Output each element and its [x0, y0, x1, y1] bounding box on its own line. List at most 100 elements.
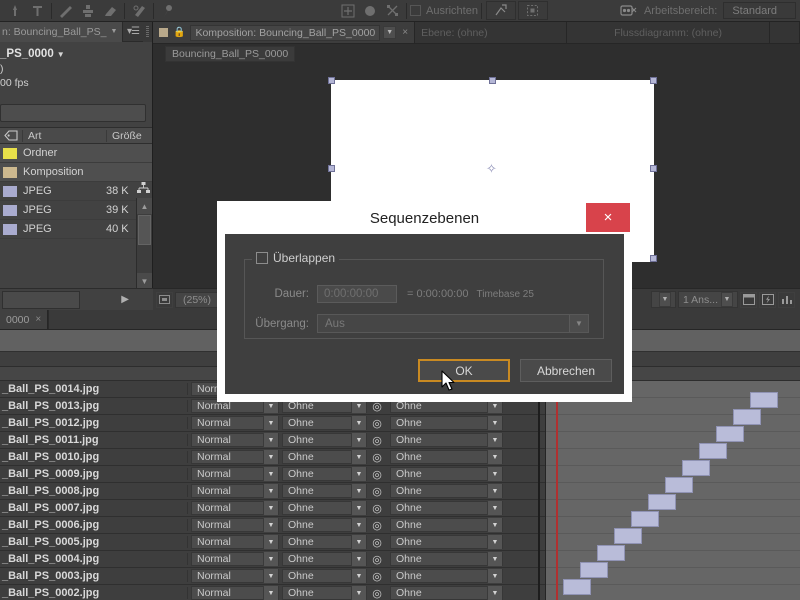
- blend-mode-select[interactable]: Normal ▼: [191, 535, 279, 549]
- view-count-select[interactable]: 1 Ans... ▼: [677, 291, 738, 308]
- ellipse-mask-icon[interactable]: [359, 1, 381, 21]
- parent-pickwhip-icon[interactable]: ◎: [367, 417, 387, 430]
- chevron-down-icon[interactable]: ▼: [487, 501, 502, 515]
- grid-icon-box[interactable]: [517, 1, 548, 21]
- selection-handle[interactable]: [650, 77, 657, 84]
- tab-composition[interactable]: 🔒 Komposition: Bouncing_Ball_PS_0000 ▼ ×: [153, 22, 416, 43]
- chevron-down-icon[interactable]: ▼: [263, 552, 278, 566]
- layer-bar[interactable]: [699, 443, 727, 459]
- chevron-down-icon[interactable]: ▼: [487, 569, 502, 583]
- column-header-art[interactable]: Art: [22, 129, 106, 142]
- paintbrush-icon[interactable]: [55, 1, 77, 21]
- chevron-down-icon[interactable]: ▼: [487, 416, 502, 430]
- chevron-down-icon[interactable]: ▼: [569, 315, 588, 332]
- layer-name[interactable]: _Ball_PS_0006.jpg: [0, 519, 188, 531]
- chevron-down-icon[interactable]: ▼: [351, 467, 366, 481]
- timeline-track-area[interactable]: 01: [538, 381, 800, 600]
- scroll-thumb[interactable]: [138, 215, 151, 245]
- track-matte-select[interactable]: Ohne ▼: [282, 450, 367, 464]
- selection-handle[interactable]: [489, 77, 496, 84]
- layer-name[interactable]: _Ball_PS_0005.jpg: [0, 536, 188, 548]
- selection-handle[interactable]: [650, 165, 657, 172]
- track-matte-select[interactable]: Ohne ▼: [282, 518, 367, 532]
- layer-name[interactable]: _Ball_PS_0002.jpg: [0, 587, 188, 599]
- parent-pickwhip-icon[interactable]: ◎: [367, 570, 387, 583]
- chevron-down-icon[interactable]: ▼: [487, 518, 502, 532]
- lock-icon[interactable]: 🔒: [173, 27, 185, 38]
- chevron-down-icon[interactable]: ▼: [263, 535, 278, 549]
- clone-stamp-icon[interactable]: [77, 1, 99, 21]
- zoom-level[interactable]: (25%): [175, 291, 220, 308]
- region-of-interest-icon[interactable]: [740, 291, 757, 308]
- breadcrumb[interactable]: Bouncing_Ball_PS_0000: [165, 46, 296, 62]
- parent-select[interactable]: Ohne ▼: [390, 552, 503, 566]
- blend-mode-select[interactable]: Normal ▼: [191, 450, 279, 464]
- layer-name[interactable]: _Ball_PS_0009.jpg: [0, 468, 188, 480]
- parent-pickwhip-icon[interactable]: ◎: [367, 468, 387, 481]
- parent-select[interactable]: Ohne ▼: [390, 569, 503, 583]
- chevron-down-icon[interactable]: ▼: [351, 416, 366, 430]
- snap-icon-box[interactable]: [485, 1, 516, 20]
- move-anchor-icon[interactable]: [337, 1, 359, 21]
- chevron-down-icon[interactable]: ▼: [351, 552, 366, 566]
- resolution-select[interactable]: ▼: [650, 291, 676, 308]
- timeline-graph-icon[interactable]: [778, 291, 795, 308]
- close-icon[interactable]: ×: [402, 27, 408, 38]
- grid-icon[interactable]: [522, 1, 544, 21]
- chevron-down-icon[interactable]: ▼: [383, 26, 397, 39]
- selection-handle[interactable]: [328, 77, 335, 84]
- parent-select[interactable]: Ohne ▼: [390, 586, 503, 600]
- chevron-down-icon[interactable]: ▼: [263, 450, 278, 464]
- chevron-down-icon[interactable]: ▼: [487, 484, 502, 498]
- chevron-down-icon[interactable]: ▼: [263, 518, 278, 532]
- chevron-down-icon[interactable]: ▼: [721, 292, 733, 307]
- overlap-legend[interactable]: Überlappen: [252, 251, 340, 265]
- pen-mask-icon[interactable]: [381, 1, 403, 21]
- chevron-down-icon[interactable]: ▼: [351, 535, 366, 549]
- layer-name[interactable]: _Ball_PS_0008.jpg: [0, 485, 188, 497]
- roto-brush-icon[interactable]: [128, 1, 150, 21]
- parent-select[interactable]: Ohne ▼: [390, 484, 503, 498]
- layer-bar[interactable]: [665, 477, 693, 493]
- blend-mode-select[interactable]: Normal ▼: [191, 569, 279, 583]
- chevron-down-icon[interactable]: ▼: [351, 484, 366, 498]
- chevron-down-icon[interactable]: ▼: [487, 535, 502, 549]
- parent-select[interactable]: Ohne ▼: [390, 433, 503, 447]
- chevron-down-icon[interactable]: ▼: [263, 569, 278, 583]
- play-arrow-icon[interactable]: ▶: [121, 294, 129, 305]
- eraser-icon[interactable]: [99, 1, 121, 21]
- close-icon[interactable]: ×: [35, 314, 41, 325]
- blend-mode-select[interactable]: Normal ▼: [191, 501, 279, 515]
- list-item[interactable]: Komposition: [0, 163, 152, 182]
- column-header-size[interactable]: Größe: [106, 129, 152, 142]
- tab-extra[interactable]: [770, 22, 800, 43]
- layer-name[interactable]: _Ball_PS_0003.jpg: [0, 570, 188, 582]
- chevron-down-icon[interactable]: ▼: [351, 518, 366, 532]
- parent-pickwhip-icon[interactable]: ◎: [367, 485, 387, 498]
- chevron-down-icon[interactable]: ▼: [263, 586, 278, 600]
- parent-pickwhip-icon[interactable]: ◎: [367, 587, 387, 600]
- list-item[interactable]: JPEG 39 K: [0, 201, 152, 220]
- chevron-down-icon[interactable]: ▼: [263, 484, 278, 498]
- brush-tool-icon[interactable]: [4, 1, 26, 21]
- workspace-switch-icon[interactable]: [618, 1, 640, 21]
- layer-bar[interactable]: [563, 579, 591, 595]
- list-item[interactable]: Ordner: [0, 144, 152, 163]
- scroll-down-icon[interactable]: ▼: [137, 273, 152, 289]
- track-matte-select[interactable]: Ohne ▼: [282, 535, 367, 549]
- layer-name[interactable]: _Ball_PS_0013.jpg: [0, 400, 188, 412]
- parent-pickwhip-icon[interactable]: ◎: [367, 434, 387, 447]
- chevron-down-icon[interactable]: ▼: [263, 433, 278, 447]
- layer-bar[interactable]: [648, 494, 676, 510]
- tab-timeline-comp[interactable]: 0000 ×: [0, 310, 49, 329]
- blend-mode-select[interactable]: Normal ▼: [191, 433, 279, 447]
- chevron-down-icon[interactable]: ▼: [351, 569, 366, 583]
- chevron-down-icon[interactable]: ▼: [263, 416, 278, 430]
- parent-select[interactable]: Ohne ▼: [390, 501, 503, 515]
- chevron-down-icon[interactable]: ▼: [57, 50, 65, 59]
- parent-select[interactable]: Ohne ▼: [390, 467, 503, 481]
- layer-bar[interactable]: [750, 392, 778, 408]
- selection-handle[interactable]: [650, 255, 657, 262]
- layer-bar[interactable]: [614, 528, 642, 544]
- anchor-point-icon[interactable]: ✧: [485, 162, 498, 175]
